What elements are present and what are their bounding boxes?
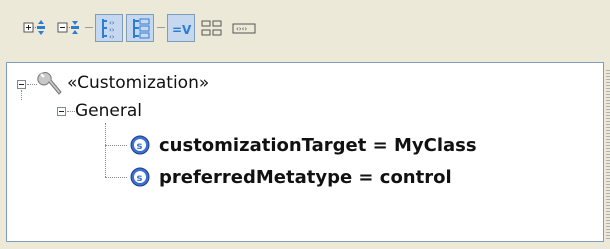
group-label: General xyxy=(75,101,142,121)
svg-text:=V: =V xyxy=(172,23,192,37)
tree-connector xyxy=(105,177,127,178)
svg-text:‹›‹›: ‹›‹› xyxy=(236,25,247,33)
slot-icon: s xyxy=(130,135,150,155)
show-hierarchy-icon xyxy=(133,18,150,39)
tree-connector xyxy=(105,123,106,177)
wrench-icon xyxy=(37,72,62,95)
collapse-all-button[interactable] xyxy=(54,14,82,42)
toolbar-separator xyxy=(85,27,93,28)
show-values-icon: =V xyxy=(172,23,192,37)
tree-root-node[interactable]: «Customization» xyxy=(37,71,209,95)
slot-icon: s xyxy=(130,167,150,187)
show-groups-icon xyxy=(201,20,222,36)
tree-item[interactable]: s preferredMetatype = control xyxy=(129,165,452,189)
tree-item[interactable]: s customizationTarget = MyClass xyxy=(129,133,477,157)
show-stereotypes-button[interactable]: ‹› ‹› ‹› xyxy=(95,14,123,42)
show-stereotypes-icon: ‹› ‹› ‹› xyxy=(102,19,115,41)
show-groups-button[interactable] xyxy=(198,14,226,42)
expand-all-icon xyxy=(23,20,45,35)
root-label: «Customization» xyxy=(67,73,210,93)
toolbar: ‹› ‹› ‹› =V ‹›‹› xyxy=(0,0,610,62)
general-collapse-toggle[interactable] xyxy=(57,107,66,116)
tree-connector xyxy=(27,84,37,85)
show-properties-button[interactable]: ‹›‹› xyxy=(229,14,257,42)
expand-all-button[interactable] xyxy=(20,14,48,42)
svg-text:s: s xyxy=(137,173,143,184)
collapse-all-icon xyxy=(57,21,79,34)
svg-text:s: s xyxy=(137,141,143,152)
tree-connector xyxy=(105,145,127,146)
show-properties-icon: ‹›‹› xyxy=(232,23,256,34)
item-label: customizationTarget = MyClass xyxy=(159,134,477,156)
root-collapse-toggle[interactable] xyxy=(17,80,26,89)
tree-panel: «Customization» General s customizationT… xyxy=(6,62,604,242)
tree-connector xyxy=(67,111,75,112)
panel-sash[interactable] xyxy=(606,70,610,240)
show-values-button[interactable]: =V xyxy=(167,14,195,42)
tree-group-general[interactable]: General xyxy=(75,99,142,123)
show-hierarchy-button[interactable] xyxy=(126,14,154,42)
tree-connector xyxy=(21,90,22,100)
svg-text:‹›: ‹› xyxy=(109,33,115,41)
toolbar-separator xyxy=(157,27,165,28)
item-label: preferredMetatype = control xyxy=(159,166,452,188)
